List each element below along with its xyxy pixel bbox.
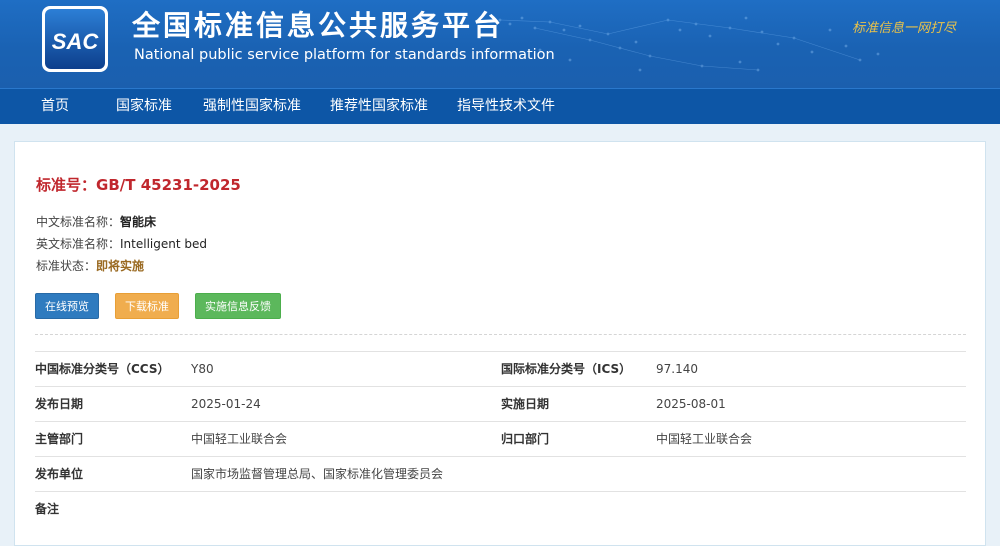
- world-map-decoration: [498, 16, 880, 72]
- standard-detail-panel: 标准号：GB/T 45231-2025 中文标准名称：智能床 英文标准名称：In…: [14, 141, 986, 546]
- download-standard-button[interactable]: 下载标准: [115, 293, 179, 319]
- table-row: 中国标准分类号（CCS） Y80 国际标准分类号（ICS） 97.140: [35, 351, 966, 386]
- header-banner: SAC 全国标准信息公共服务平台 National public service…: [0, 0, 1000, 88]
- issuer-label: 发布单位: [35, 467, 84, 481]
- en-name-label: 英文标准名称：: [36, 237, 121, 251]
- details-table: 中国标准分类号（CCS） Y80 国际标准分类号（ICS） 97.140 发布日…: [35, 351, 966, 524]
- sac-logo: SAC: [42, 6, 108, 72]
- ics-label: 国际标准分类号（ICS）: [501, 362, 632, 376]
- en-name-row: 英文标准名称：Intelligent bed: [36, 235, 207, 253]
- table-row: 主管部门 中国轻工业联合会 归口部门 中国轻工业联合会: [35, 421, 966, 456]
- implementation-feedback-button[interactable]: 实施信息反馈: [195, 293, 281, 319]
- nav-national-standards[interactable]: 国家标准: [116, 89, 172, 125]
- status-badge: 即将实施: [96, 259, 145, 273]
- main-nav: 首页 国家标准 强制性国家标准 推荐性国家标准 指导性技术文件: [0, 88, 1000, 124]
- implement-date-label: 实施日期: [501, 397, 550, 411]
- publish-date-label: 发布日期: [35, 397, 84, 411]
- site-title-en: National public service platform for sta…: [134, 47, 555, 63]
- table-row: 备注: [35, 491, 966, 524]
- nav-home[interactable]: 首页: [41, 89, 69, 125]
- nav-recommended-standards[interactable]: 推荐性国家标准: [330, 89, 428, 125]
- publish-date-value: 2025-01-24: [191, 397, 261, 411]
- remark-label: 备注: [35, 502, 60, 516]
- slogan-calligraphy: 标准信息一网打尽: [852, 21, 957, 36]
- online-preview-button[interactable]: 在线预览: [35, 293, 99, 319]
- nav-mandatory-standards[interactable]: 强制性国家标准: [203, 89, 301, 125]
- standard-number-value: GB/T 45231-2025: [96, 176, 241, 194]
- cn-name-label: 中文标准名称：: [36, 215, 121, 229]
- section-divider: [35, 334, 966, 335]
- en-name-value: Intelligent bed: [120, 237, 207, 251]
- standard-number: 标准号：GB/T 45231-2025: [36, 174, 241, 196]
- cn-name-row: 中文标准名称：智能床: [36, 213, 156, 231]
- status-row: 标准状态：即将实施: [36, 257, 144, 275]
- authority-label: 主管部门: [35, 432, 84, 446]
- authority-value: 中国轻工业联合会: [191, 432, 288, 446]
- standard-number-label: 标准号：: [36, 176, 97, 194]
- table-row: 发布日期 2025-01-24 实施日期 2025-08-01: [35, 386, 966, 421]
- cn-name-value: 智能床: [120, 215, 157, 229]
- ccs-value: Y80: [191, 362, 214, 376]
- status-label: 标准状态：: [36, 259, 97, 273]
- table-row: 发布单位 国家市场监督管理总局、国家标准化管理委员会: [35, 456, 966, 491]
- implement-date-value: 2025-08-01: [656, 397, 726, 411]
- ics-value: 97.140: [656, 362, 698, 376]
- nav-guidance-documents[interactable]: 指导性技术文件: [457, 89, 555, 125]
- ccs-label: 中国标准分类号（CCS）: [35, 362, 170, 376]
- centralized-dept-label: 归口部门: [501, 432, 550, 446]
- centralized-dept-value: 中国轻工业联合会: [656, 432, 753, 446]
- logo-text: SAC: [52, 29, 100, 54]
- site-title-cn: 全国标准信息公共服务平台: [132, 9, 505, 42]
- issuer-value: 国家市场监督管理总局、国家标准化管理委员会: [191, 467, 444, 481]
